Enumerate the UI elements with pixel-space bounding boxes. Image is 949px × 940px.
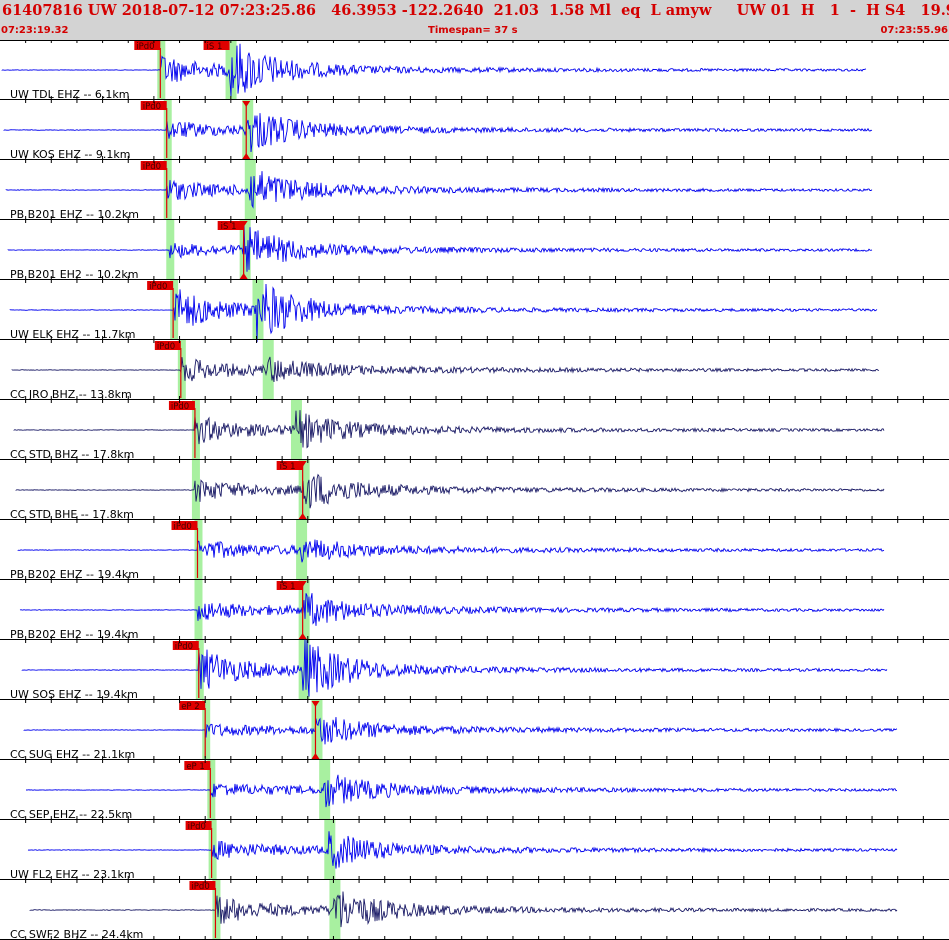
trace-row[interactable]: iPd0UW FL2 EHZ -- 23.1km	[0, 820, 949, 881]
trace-row[interactable]: eP 2CC SUG EHZ -- 21.1km	[0, 700, 949, 761]
s-pick-label: iS 1	[221, 222, 237, 232]
waveform	[17, 539, 885, 563]
trace-row[interactable]: iS 1CC STD BHE -- 17.8km	[0, 460, 949, 521]
event-title: 61407816 UW 2018-07-12 07:23:25.86 46.39…	[2, 2, 949, 19]
trace-row[interactable]: iPd0PB B202 EHZ -- 19.4km	[0, 520, 949, 581]
trace-row[interactable]: iPd0PB B201 EHZ -- 10.2km	[0, 160, 949, 221]
trace-row[interactable]: iS 1PB B202 EH2 -- 19.4km	[0, 580, 949, 641]
waveform	[13, 410, 885, 449]
waveform	[19, 593, 885, 626]
trace-row[interactable]: iPd0CC STD BHZ -- 17.8km	[0, 400, 949, 461]
waveform	[27, 831, 898, 869]
p-pick-label: iPd0	[191, 882, 209, 892]
trace-row[interactable]: iPd0UW SOS EHZ -- 19.4km	[0, 639, 949, 701]
s-pick-label: iS 1	[280, 582, 296, 592]
trace-row[interactable]: iPd0CC JRO BHZ -- 13.8km	[0, 340, 949, 401]
s-window-band	[324, 820, 336, 880]
waveform	[11, 356, 880, 383]
p-pick-label: iPd0	[157, 342, 175, 352]
p-pick-label: iPd0	[143, 162, 161, 172]
s-pick-label: iS 1	[280, 462, 296, 472]
trace-row[interactable]: iPd0UW KOS EHZ -- 9.1km	[0, 100, 949, 161]
waveform	[1, 43, 867, 97]
p-pick-label: iPd0	[143, 102, 161, 112]
seismogram-svg: iPd0 iS 1UW TDL EHZ -- 6.1kmiPd0UW KOS EH…	[0, 40, 949, 940]
p-pick-label: iPd0	[171, 402, 189, 412]
s-window-band	[242, 100, 254, 160]
event-header: 61407816 UW 2018-07-12 07:23:25.86 46.39…	[0, 0, 949, 24]
timespan-label: Timespan= 37 s	[428, 25, 518, 36]
p-pick-label: iPd0	[149, 282, 167, 292]
waveform	[7, 224, 873, 272]
p-pick-label: iPd0	[188, 822, 206, 832]
waveform	[23, 717, 898, 745]
waveform	[5, 171, 873, 209]
waveform	[21, 639, 888, 697]
seismogram-panel[interactable]: iPd0 iS 1 UW TDL EHZ -- 6.1km iPd0 UW KOS EH…	[0, 40, 949, 940]
p-pick-label: eP 1	[186, 762, 204, 772]
trace-row[interactable]: iPd0CC SWF2 BHZ -- 24.4km	[0, 880, 949, 940]
waveform	[26, 774, 898, 808]
p-pick-label: iPd0	[175, 642, 193, 652]
p-pick-label: iPd0	[136, 42, 154, 52]
waveform	[29, 891, 898, 928]
trace-row[interactable]: iS 1PB B201 EH2 -- 10.2km	[0, 220, 949, 281]
start-time: 07:23:19.32	[1, 25, 69, 36]
p-pick-label: eP 2	[181, 702, 199, 712]
waveform	[15, 473, 885, 509]
trace-row[interactable]: eP 1CC SEP EHZ -- 22.5km	[0, 760, 949, 821]
waveform	[9, 283, 878, 343]
s-pick-label: iS 1	[207, 42, 223, 52]
end-time: 07:23:55.96	[880, 25, 948, 36]
trace-row[interactable]: iPd0 iS 1UW TDL EHZ -- 6.1km	[0, 40, 949, 101]
time-bar: 07:23:19.32 Timespan= 37 s 07:23:55.96	[0, 24, 949, 40]
waveform	[3, 113, 873, 153]
p-pick-label: iPd0	[173, 522, 191, 532]
trace-row[interactable]: iPd0UW ELK EHZ -- 11.7km	[0, 280, 949, 343]
